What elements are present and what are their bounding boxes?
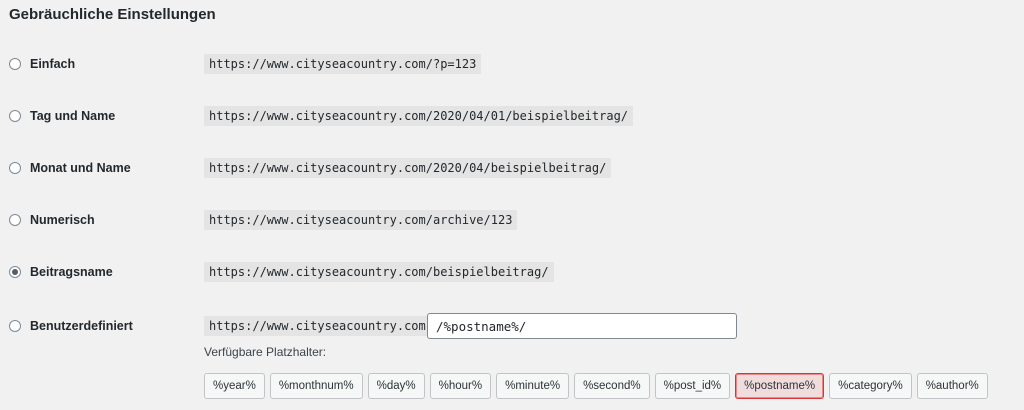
tag-hour-button[interactable]: %hour% [429, 373, 492, 399]
tag-second-button[interactable]: %second% [574, 373, 650, 399]
tag-post-id-button[interactable]: %post_id% [654, 373, 731, 399]
section-title: Gebräuchliche Einstellungen [9, 6, 216, 23]
option-numerisch[interactable]: Numerisch https://www.cityseacountry.com… [0, 209, 1024, 233]
tag-category-button[interactable]: %category% [829, 373, 912, 399]
option-label[interactable]: Tag und Name [30, 109, 115, 123]
example-url: https://www.cityseacountry.com/2020/04/0… [204, 106, 634, 126]
custom-structure-input[interactable] [427, 313, 737, 339]
tag-day-button[interactable]: %day% [367, 373, 425, 399]
option-monat-und-name[interactable]: Monat und Name https://www.cityseacountr… [0, 157, 1024, 181]
radio-beitragsname[interactable] [9, 266, 21, 278]
tag-monthnum-button[interactable]: %monthnum% [269, 373, 363, 399]
option-label[interactable]: Beitragsname [30, 265, 113, 279]
option-einfach[interactable]: Einfach https://www.cityseacountry.com/?… [0, 53, 1024, 77]
option-beitragsname[interactable]: Beitragsname https://www.cityseacountry.… [0, 261, 1024, 285]
option-tag-und-name[interactable]: Tag und Name https://www.cityseacountry.… [0, 105, 1024, 129]
option-label[interactable]: Numerisch [30, 213, 95, 227]
example-url: https://www.cityseacountry.com/beispielb… [204, 262, 554, 282]
tag-year-button[interactable]: %year% [204, 373, 265, 399]
tag-author-button[interactable]: %author% [916, 373, 988, 399]
example-url: https://www.cityseacountry.com/?p=123 [204, 54, 482, 74]
radio-numerisch[interactable] [9, 214, 21, 226]
radio-tag-und-name[interactable] [9, 110, 21, 122]
radio-monat-und-name[interactable] [9, 162, 21, 174]
radio-benutzerdefiniert[interactable] [9, 320, 21, 332]
option-label[interactable]: Benutzerdefiniert [30, 319, 133, 333]
placeholders-label: Verfügbare Platzhalter: [204, 345, 327, 359]
example-url: https://www.cityseacountry.com/2020/04/b… [204, 158, 612, 178]
custom-base-url: https://www.cityseacountry.com [204, 316, 431, 336]
example-url: https://www.cityseacountry.com/archive/1… [204, 210, 518, 230]
radio-einfach[interactable] [9, 58, 21, 70]
tag-postname-button[interactable]: %postname% [735, 373, 825, 399]
placeholder-tags: %year% %monthnum% %day% %hour% %minute% … [204, 373, 988, 399]
option-label[interactable]: Monat und Name [30, 161, 131, 175]
option-label[interactable]: Einfach [30, 57, 75, 71]
tag-minute-button[interactable]: %minute% [496, 373, 570, 399]
